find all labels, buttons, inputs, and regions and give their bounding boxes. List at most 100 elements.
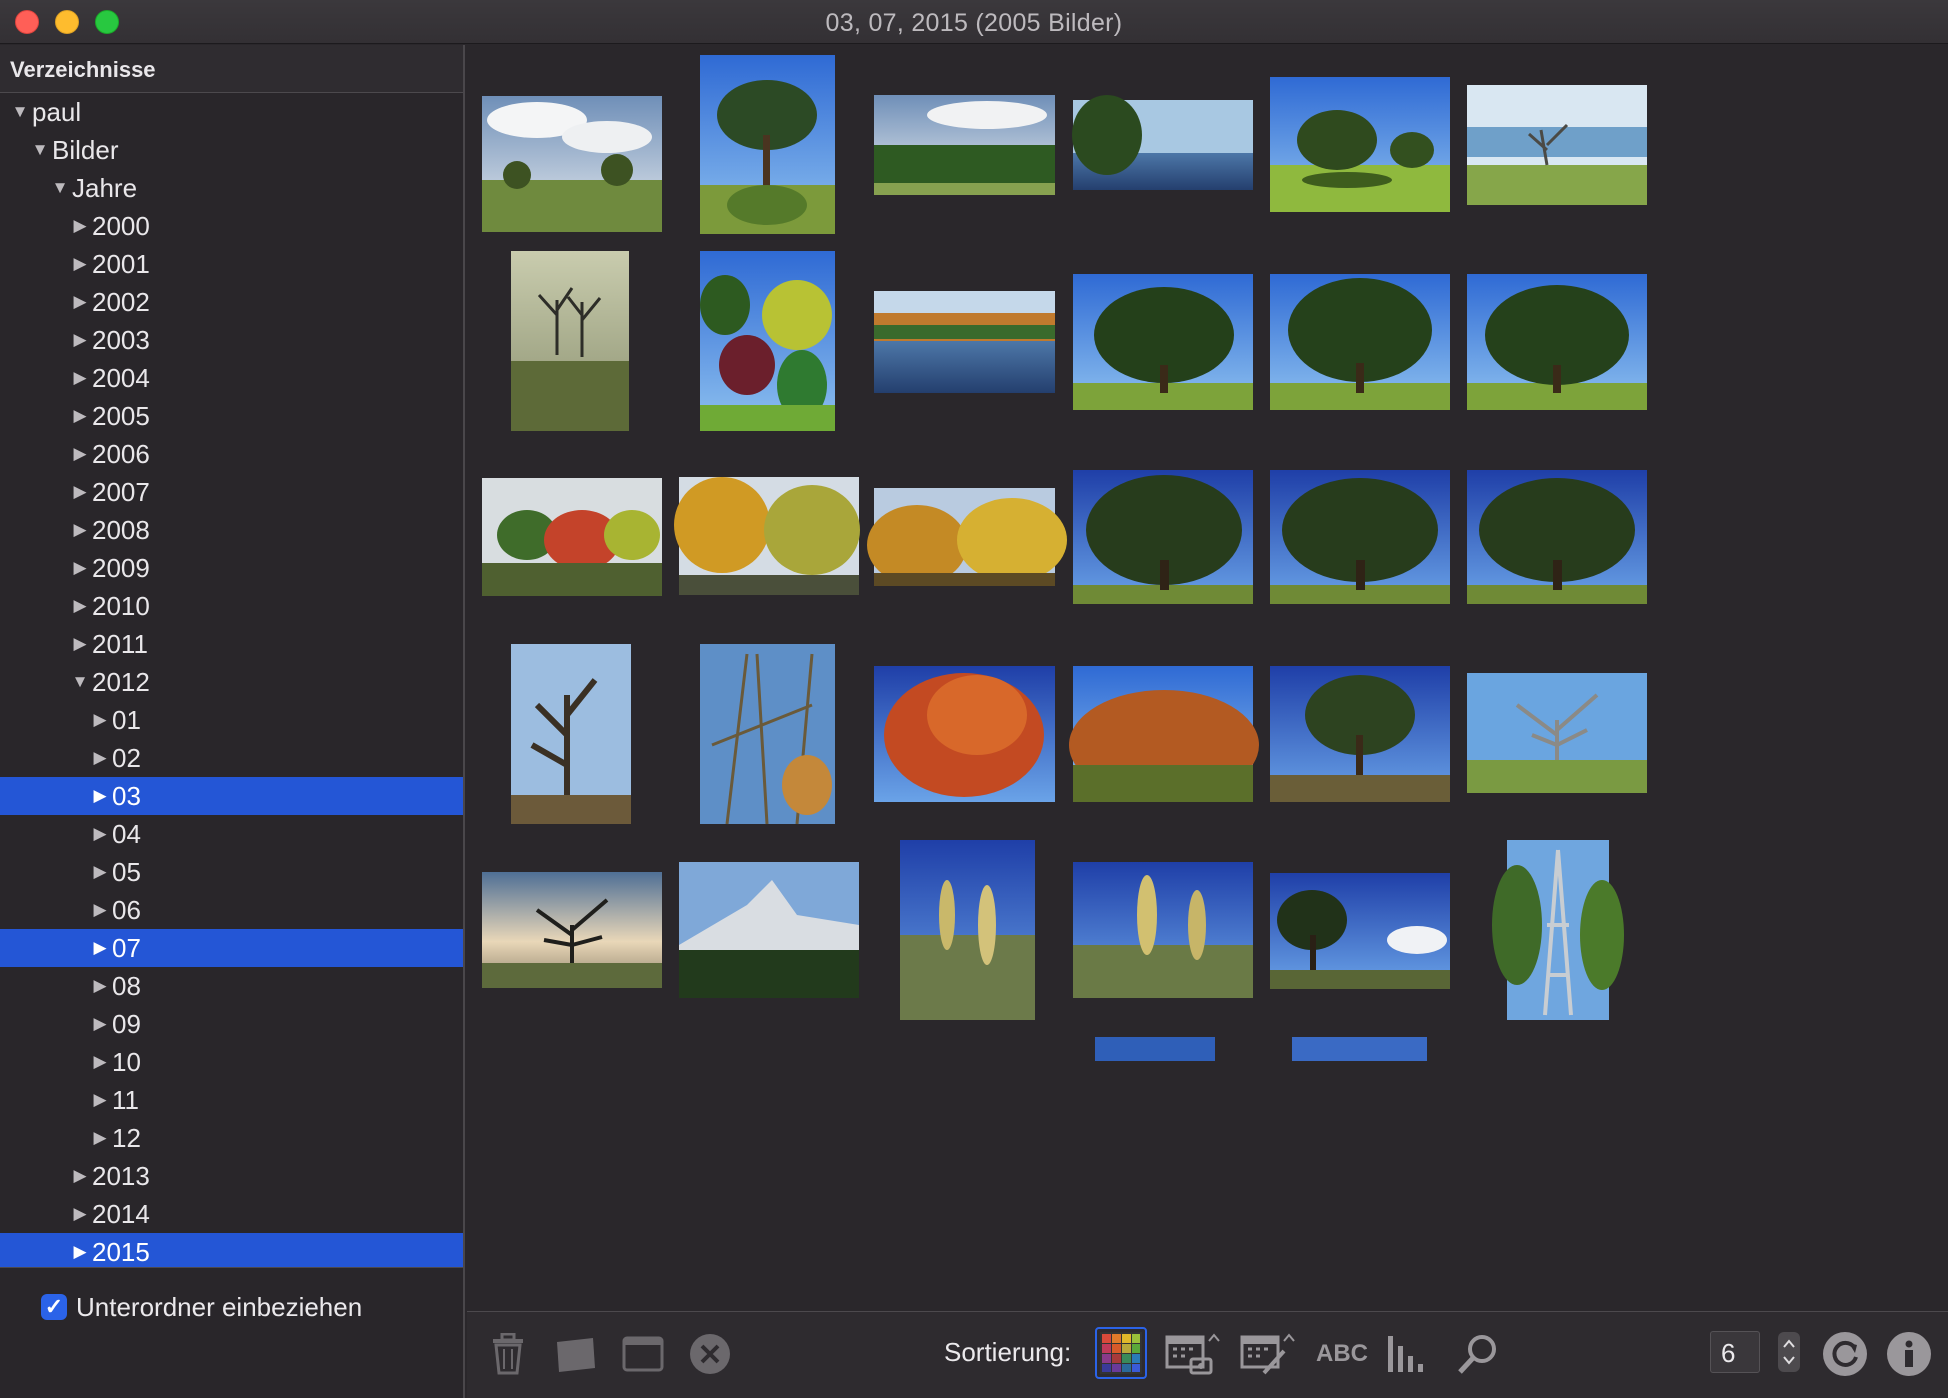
tree-item-2004[interactable]: ▶ 2004: [0, 359, 463, 397]
thumbnail[interactable]: [482, 478, 662, 596]
disclosure-collapsed-icon[interactable]: ▶: [70, 321, 90, 359]
disclosure-collapsed-icon[interactable]: ▶: [70, 283, 90, 321]
disclosure-collapsed-icon[interactable]: ▶: [90, 929, 110, 967]
thumbnail[interactable]: [874, 95, 1055, 195]
remove-icon[interactable]: [688, 1330, 732, 1378]
thumbnail[interactable]: [482, 96, 662, 232]
disclosure-collapsed-icon[interactable]: ▶: [90, 777, 110, 815]
tree-item-2013[interactable]: ▶ 2013: [0, 1157, 463, 1195]
include-subfolders-checkbox[interactable]: ✓: [41, 1294, 67, 1320]
tree-item-2015[interactable]: ▶ 2015: [0, 1233, 463, 1271]
thumbnail[interactable]: [867, 488, 1067, 586]
disclosure-collapsed-icon[interactable]: ▶: [70, 587, 90, 625]
columns-stepper[interactable]: [1778, 1332, 1800, 1372]
thumbnail[interactable]: [700, 55, 835, 234]
tree-item-2010[interactable]: ▶ 2010: [0, 587, 463, 625]
tree-item-09[interactable]: ▶ 09: [0, 1005, 463, 1043]
disclosure-collapsed-icon[interactable]: ▶: [70, 1195, 90, 1233]
tree-item-2002[interactable]: ▶ 2002: [0, 283, 463, 321]
thumbnail[interactable]: [1072, 95, 1253, 190]
sort-date-taken-icon[interactable]: [1165, 1330, 1221, 1378]
tree-item-01[interactable]: ▶ 01: [0, 701, 463, 739]
thumbnail[interactable]: [679, 862, 859, 998]
thumbnail[interactable]: [482, 872, 662, 988]
thumbnail[interactable]: [874, 666, 1055, 802]
columns-field[interactable]: 6: [1710, 1331, 1760, 1373]
tree-item-03[interactable]: ▶ 03: [0, 777, 463, 815]
tree-item-2008[interactable]: ▶ 2008: [0, 511, 463, 549]
disclosure-collapsed-icon[interactable]: ▶: [70, 207, 90, 245]
disclosure-collapsed-icon[interactable]: ▶: [90, 1119, 110, 1157]
tree-item-08[interactable]: ▶ 08: [0, 967, 463, 1005]
disclosure-collapsed-icon[interactable]: ▶: [90, 1081, 110, 1119]
info-icon[interactable]: [1886, 1330, 1932, 1378]
thumbnail[interactable]: [1467, 470, 1647, 604]
tree-item-2007[interactable]: ▶ 2007: [0, 473, 463, 511]
tree-item-2014[interactable]: ▶ 2014: [0, 1195, 463, 1233]
thumbnail[interactable]: [511, 251, 629, 431]
search-icon[interactable]: [1455, 1330, 1501, 1378]
tree-item-paul[interactable]: ▼ paul: [0, 93, 463, 131]
tree-item-2005[interactable]: ▶ 2005: [0, 397, 463, 435]
disclosure-collapsed-icon[interactable]: ▶: [90, 815, 110, 853]
window-icon[interactable]: [622, 1330, 664, 1378]
thumbnail[interactable]: [674, 477, 860, 595]
thumbnail[interactable]: [1270, 666, 1450, 802]
tree-item-07[interactable]: ▶ 07: [0, 929, 463, 967]
sort-date-modified-icon[interactable]: [1240, 1330, 1296, 1378]
disclosure-expanded-icon[interactable]: ▼: [70, 663, 90, 701]
disclosure-collapsed-icon[interactable]: ▶: [90, 853, 110, 891]
tree-item-02[interactable]: ▶ 02: [0, 739, 463, 777]
thumbnail[interactable]: [1095, 1037, 1215, 1061]
disclosure-collapsed-icon[interactable]: ▶: [90, 967, 110, 1005]
disclosure-collapsed-icon[interactable]: ▶: [70, 1233, 90, 1271]
tree-item-2000[interactable]: ▶ 2000: [0, 207, 463, 245]
disclosure-expanded-icon[interactable]: ▼: [10, 93, 30, 131]
thumbnail[interactable]: [1270, 77, 1450, 212]
thumbnail[interactable]: [1069, 666, 1259, 802]
thumbnail[interactable]: [511, 644, 631, 824]
disclosure-collapsed-icon[interactable]: ▶: [70, 511, 90, 549]
tree-item-2009[interactable]: ▶ 2009: [0, 549, 463, 587]
tree-item-05[interactable]: ▶ 05: [0, 853, 463, 891]
trash-icon[interactable]: [488, 1330, 528, 1378]
tree-item-2006[interactable]: ▶ 2006: [0, 435, 463, 473]
thumbnail[interactable]: [1073, 862, 1253, 998]
tree-item-Jahre[interactable]: ▼ Jahre: [0, 169, 463, 207]
disclosure-collapsed-icon[interactable]: ▶: [70, 397, 90, 435]
tree-item-04[interactable]: ▶ 04: [0, 815, 463, 853]
disclosure-collapsed-icon[interactable]: ▶: [70, 435, 90, 473]
thumbnail[interactable]: [874, 291, 1055, 393]
tree-item-Bilder[interactable]: ▼ Bilder: [0, 131, 463, 169]
thumbnail[interactable]: [1073, 470, 1253, 604]
thumbnail[interactable]: [1270, 470, 1450, 604]
disclosure-expanded-icon[interactable]: ▼: [30, 131, 50, 169]
tree-item-2003[interactable]: ▶ 2003: [0, 321, 463, 359]
tree-item-11[interactable]: ▶ 11: [0, 1081, 463, 1119]
tree-item-06[interactable]: ▶ 06: [0, 891, 463, 929]
tree-item-2001[interactable]: ▶ 2001: [0, 245, 463, 283]
disclosure-collapsed-icon[interactable]: ▶: [70, 1157, 90, 1195]
disclosure-collapsed-icon[interactable]: ▶: [90, 701, 110, 739]
disclosure-collapsed-icon[interactable]: ▶: [90, 891, 110, 929]
disclosure-collapsed-icon[interactable]: ▶: [90, 1043, 110, 1081]
thumbnail[interactable]: [900, 840, 1035, 1020]
thumbnail[interactable]: [1467, 85, 1647, 205]
thumbnail[interactable]: [1270, 873, 1450, 989]
disclosure-collapsed-icon[interactable]: ▶: [90, 739, 110, 777]
sort-name-icon[interactable]: ABC: [1314, 1330, 1370, 1378]
disclosure-collapsed-icon[interactable]: ▶: [90, 1005, 110, 1043]
tree-item-2012[interactable]: ▼ 2012: [0, 663, 463, 701]
thumbnail[interactable]: [1270, 274, 1450, 410]
disclosure-expanded-icon[interactable]: ▼: [50, 169, 70, 207]
thumbnail[interactable]: [1467, 274, 1647, 410]
folder-icon[interactable]: [553, 1330, 599, 1378]
thumbnail[interactable]: [1073, 274, 1253, 410]
thumbnail[interactable]: [700, 644, 835, 825]
disclosure-collapsed-icon[interactable]: ▶: [70, 625, 90, 663]
sort-color-icon[interactable]: [1095, 1327, 1147, 1379]
tree-item-10[interactable]: ▶ 10: [0, 1043, 463, 1081]
thumbnail[interactable]: [1292, 1037, 1427, 1061]
disclosure-collapsed-icon[interactable]: ▶: [70, 473, 90, 511]
thumbnail[interactable]: [1467, 673, 1647, 793]
